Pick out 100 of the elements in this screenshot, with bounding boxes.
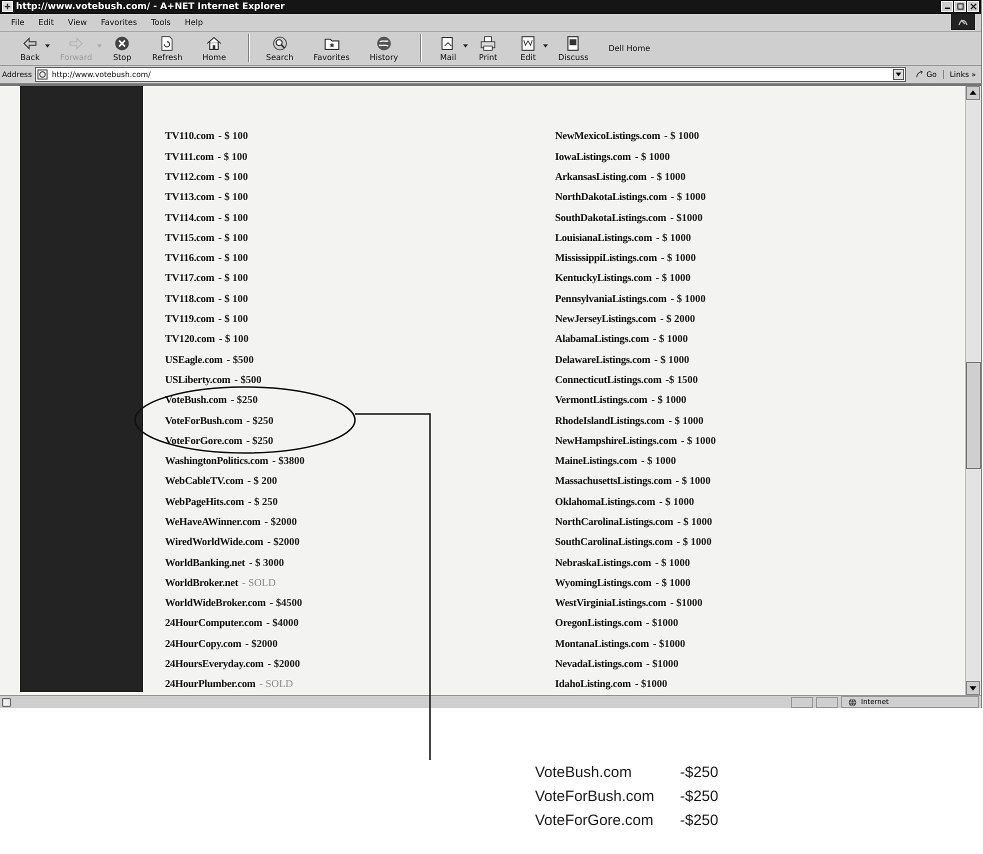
price-text: - $1000 xyxy=(652,638,686,650)
domain-link[interactable]: MaineListings.com xyxy=(555,456,638,468)
close-button[interactable] xyxy=(967,1,979,12)
price-text: - $ 1000 xyxy=(641,456,676,468)
toolbar-button[interactable]: Search xyxy=(260,34,306,62)
scroll-up-icon[interactable] xyxy=(966,86,980,100)
domain-link[interactable]: OregonListings.com xyxy=(555,618,642,630)
domain-link[interactable]: NevadaListings.com xyxy=(555,659,642,670)
domain-link[interactable]: VoteBush.com xyxy=(165,395,227,406)
toolbar-button[interactable]: Discuss xyxy=(552,34,600,62)
domain-link[interactable]: AlabamaListings.com xyxy=(555,334,649,346)
domain-link[interactable]: WorldBanking.net xyxy=(165,558,245,569)
domain-link[interactable]: DelawareListings.com xyxy=(555,354,650,366)
toolbar-button[interactable]: Refresh xyxy=(146,34,194,62)
price-text: - $1000 xyxy=(646,618,678,630)
domain-link[interactable]: 24HourPlumber.com xyxy=(165,679,256,690)
search-icon xyxy=(270,34,289,52)
price-text: - $ 100 xyxy=(218,172,248,183)
domain-link[interactable]: VermontListings.com xyxy=(555,395,648,406)
toolbar-button[interactable]: Back xyxy=(14,34,52,62)
toolbar-button[interactable]: Home xyxy=(196,34,238,62)
domain-link[interactable]: PennsylvaniaListings.com xyxy=(555,294,667,305)
domain-link[interactable]: TV115.com xyxy=(165,232,214,244)
menu-item[interactable]: File xyxy=(6,18,30,27)
domain-link[interactable]: USLiberty.com xyxy=(165,374,230,386)
scroll-down-icon[interactable] xyxy=(966,681,980,696)
domain-link[interactable]: KentuckyListings.com xyxy=(555,273,652,284)
price-text: - $1000 xyxy=(670,598,703,610)
domain-link[interactable]: TV111.com xyxy=(165,152,214,163)
menu-item[interactable]: Favorites xyxy=(96,18,142,27)
toolbar-button[interactable]: Dell Home xyxy=(602,44,662,53)
browser-icon xyxy=(2,1,13,12)
domain-link[interactable]: TV116.com xyxy=(165,253,214,264)
toolbar-button[interactable]: Mail xyxy=(432,34,470,62)
toolbar-button[interactable]: Stop xyxy=(106,34,144,62)
menu-item[interactable]: Help xyxy=(180,18,208,27)
price-text: - $250 xyxy=(246,416,274,426)
domain-link[interactable]: WorldWideBroker.com xyxy=(165,598,266,610)
domain-link[interactable]: ArkansasListing.com xyxy=(555,172,647,183)
domain-link[interactable]: VoteForGore.com xyxy=(165,436,242,447)
toolbar-button[interactable]: History xyxy=(364,34,410,62)
domain-link[interactable]: TV119.com xyxy=(165,314,214,326)
callout-text: -$250 xyxy=(680,788,718,805)
maximize-icon xyxy=(956,3,964,10)
domain-link[interactable]: ConnecticutListings.com xyxy=(555,374,662,386)
domain-link[interactable]: WebCableTV.com xyxy=(165,476,244,488)
domain-link[interactable]: NorthDakotaListings.com xyxy=(555,192,667,204)
domain-link[interactable]: VoteForBush.com xyxy=(165,416,242,426)
domain-link[interactable]: MassachusettsListings.com xyxy=(555,476,672,488)
maximize-button[interactable] xyxy=(954,1,966,12)
domain-link[interactable]: NewHampshireListings.com xyxy=(555,436,677,447)
price-text: - SOLD xyxy=(242,578,276,589)
domain-link[interactable]: LouisianaListings.com xyxy=(555,232,652,244)
menu-item[interactable]: Tools xyxy=(146,18,176,27)
toolbar-button[interactable]: Print xyxy=(472,34,510,62)
domain-link[interactable]: WiredWorldWide.com xyxy=(165,537,264,548)
price-text: - $ 200 xyxy=(247,476,278,488)
domain-link[interactable]: WyomingListings.com xyxy=(555,578,652,589)
domain-link[interactable]: TV113.com xyxy=(165,192,214,204)
domain-link[interactable]: WashingtonPolitics.com xyxy=(165,456,268,468)
domain-link[interactable]: SouthDakotaListings.com xyxy=(555,212,666,224)
domain-link[interactable]: MississippiListings.com xyxy=(555,253,657,264)
domain-link[interactable]: 24HoursEveryday.com xyxy=(165,659,264,670)
price-text: - $250 xyxy=(230,395,258,406)
price-text: - $1000 xyxy=(634,679,668,690)
domain-link[interactable]: WeHaveAWinner.com xyxy=(165,516,260,528)
domain-link[interactable]: TV120.com xyxy=(165,334,215,346)
domain-link[interactable]: WestVirginiaListings.com xyxy=(555,598,666,610)
price-text: - SOLD xyxy=(259,679,293,690)
menu-item[interactable]: Edit xyxy=(33,18,59,27)
domain-link[interactable]: USEagle.com xyxy=(165,354,223,366)
domain-link[interactable]: TV118.com xyxy=(165,294,214,305)
minimize-button[interactable] xyxy=(941,1,953,12)
domain-link[interactable]: IowaListings.com xyxy=(555,152,631,163)
forward-arrow-icon xyxy=(67,34,86,52)
domain-link[interactable]: 24HourCopy.com xyxy=(165,638,242,650)
domain-link[interactable]: WebPageHits.com xyxy=(165,496,244,508)
domain-link[interactable]: TV110.com xyxy=(165,131,214,142)
domain-link[interactable]: OklahomaListings.com xyxy=(555,496,656,508)
menu-item[interactable]: View xyxy=(62,18,92,27)
domain-link[interactable]: IdahoListing.com xyxy=(555,679,631,690)
domain-link[interactable]: TV114.com xyxy=(165,212,214,224)
domain-link[interactable]: NewJerseyListings.com xyxy=(555,314,656,326)
scrollbar[interactable] xyxy=(965,86,981,696)
domain-link[interactable]: NorthCarolinaListings.com xyxy=(555,516,674,528)
toolbar-button[interactable]: Favorites xyxy=(308,34,362,62)
domain-link[interactable]: RhodeIslandListings.com xyxy=(555,416,664,426)
domain-link[interactable]: WorldBroker.net xyxy=(165,578,238,589)
domain-link[interactable]: 24HourComputer.com xyxy=(165,618,262,630)
toolbar-button[interactable]: Edit xyxy=(512,34,550,62)
domain-link[interactable]: NebraskaListings.com xyxy=(555,558,652,569)
domain-link[interactable]: TV117.com xyxy=(165,273,214,284)
domain-link[interactable]: NewMexicoListings.com xyxy=(555,131,660,142)
scroll-thumb[interactable] xyxy=(966,362,981,469)
price-text: - $4500 xyxy=(270,598,302,610)
stop-icon xyxy=(113,34,132,52)
domain-link[interactable]: TV112.com xyxy=(165,172,214,183)
domain-link[interactable]: SouthCarolinaListings.com xyxy=(555,537,673,548)
page-icon xyxy=(2,698,11,707)
domain-link[interactable]: MontanaListings.com xyxy=(555,638,649,650)
